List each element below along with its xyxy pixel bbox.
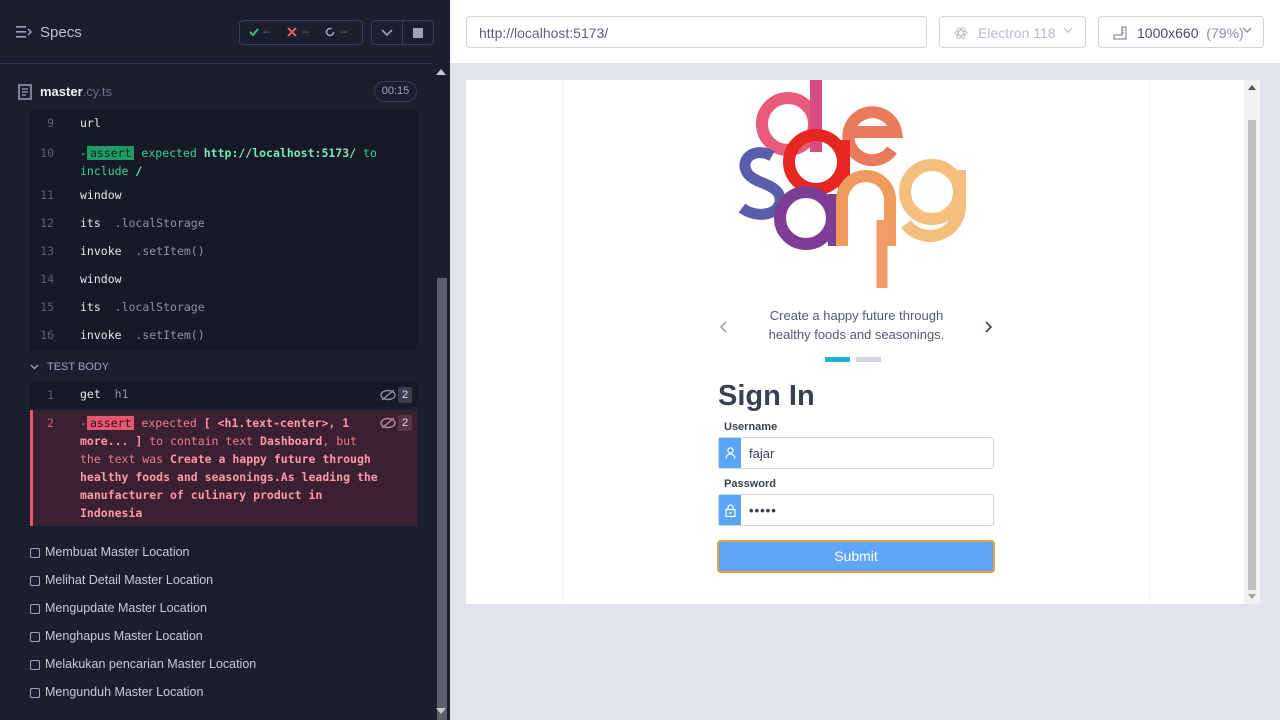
username-field[interactable]: fajar — [718, 437, 994, 469]
scrollbar-thumb[interactable] — [437, 278, 447, 720]
specs-menu-icon[interactable] — [16, 25, 32, 39]
chevron-down-icon — [381, 28, 393, 36]
element-count-badge: 2 — [398, 415, 412, 431]
failed-assert-row[interactable]: 2 - assert expected [ <h1.text-center>, 1… — [30, 410, 417, 526]
browser-toolbar: http://localhost:5173/ Electron 118 1000… — [450, 0, 1280, 64]
password-label: Password — [724, 478, 776, 490]
test-status-icon — [30, 604, 40, 614]
passed-count: -- — [263, 26, 271, 38]
viewport-selector[interactable]: 1000x660 (79%) — [1098, 16, 1264, 48]
app-preview: Create a happy future through healthy fo… — [466, 80, 1260, 604]
preview-scrollbar[interactable] — [1244, 80, 1260, 604]
scroll-up-icon[interactable] — [436, 69, 446, 75]
username-label: Username — [724, 421, 778, 433]
pending-count: -- — [340, 26, 348, 38]
chevron-down-icon — [1063, 27, 1073, 33]
login-card: Create a happy future through healthy fo… — [564, 80, 1149, 604]
spec-file-name[interactable]: master.cy.ts — [40, 84, 112, 99]
assert-badge: assert — [86, 146, 135, 160]
command-log-scrollbar[interactable] — [432, 64, 450, 720]
command-log-panel: Specs -- -- -- master.cy.ts 00:15 9 url — [0, 0, 450, 720]
carousel-dot-active[interactable] — [825, 357, 850, 362]
element-count-badge: 2 — [398, 387, 412, 403]
carousel-dot[interactable] — [856, 357, 881, 362]
specs-header: Specs -- -- -- — [0, 0, 434, 64]
test-status-icon — [30, 688, 40, 698]
eye-slash-icon — [380, 389, 396, 401]
chevron-down-icon — [30, 364, 39, 370]
chevron-down-icon — [1242, 27, 1252, 33]
check-icon — [249, 28, 259, 37]
lock-icon — [719, 495, 741, 525]
scroll-down-icon[interactable] — [436, 708, 446, 714]
carousel-caption: Create a happy future through healthy fo… — [768, 308, 945, 342]
document-icon — [18, 84, 32, 100]
before-each-command-list: 9 url 10 - assert expected http://localho… — [30, 110, 417, 350]
assert-fail-badge: assert — [86, 416, 135, 430]
user-icon — [719, 438, 741, 468]
scroll-up-icon[interactable] — [1248, 85, 1256, 90]
stop-button[interactable] — [402, 20, 434, 45]
test-status-icon — [30, 632, 40, 642]
scroll-down-icon[interactable] — [1248, 594, 1256, 599]
chevron-left-icon[interactable] — [718, 320, 728, 334]
submit-button[interactable]: Submit — [717, 540, 995, 573]
test-status-icon — [30, 576, 40, 586]
collapse-button[interactable] — [371, 20, 403, 45]
url-field[interactable]: http://localhost:5173/ — [466, 16, 927, 48]
pending-icon — [325, 27, 335, 37]
specs-title[interactable]: Specs — [40, 24, 82, 41]
spec-duration: 00:15 — [374, 81, 417, 102]
browser-selector[interactable]: Electron 118 — [939, 16, 1086, 48]
eye-slash-icon — [380, 417, 396, 429]
test-status-icon — [30, 548, 40, 558]
electron-icon — [954, 27, 968, 39]
test-status-icon — [30, 660, 40, 670]
stop-icon — [413, 27, 423, 38]
ruler-icon — [1113, 26, 1127, 40]
test-stats: -- -- -- — [239, 20, 363, 45]
failed-count: -- — [302, 26, 310, 38]
x-icon — [287, 27, 297, 37]
page-title: Sign In — [718, 380, 815, 412]
password-field[interactable]: ••••• — [718, 494, 994, 526]
chevron-right-icon[interactable] — [984, 320, 994, 334]
daesang-logo — [738, 80, 966, 288]
get-command-row[interactable]: 1 get h1 2 — [30, 382, 417, 407]
scrollbar-thumb[interactable] — [1248, 120, 1256, 590]
